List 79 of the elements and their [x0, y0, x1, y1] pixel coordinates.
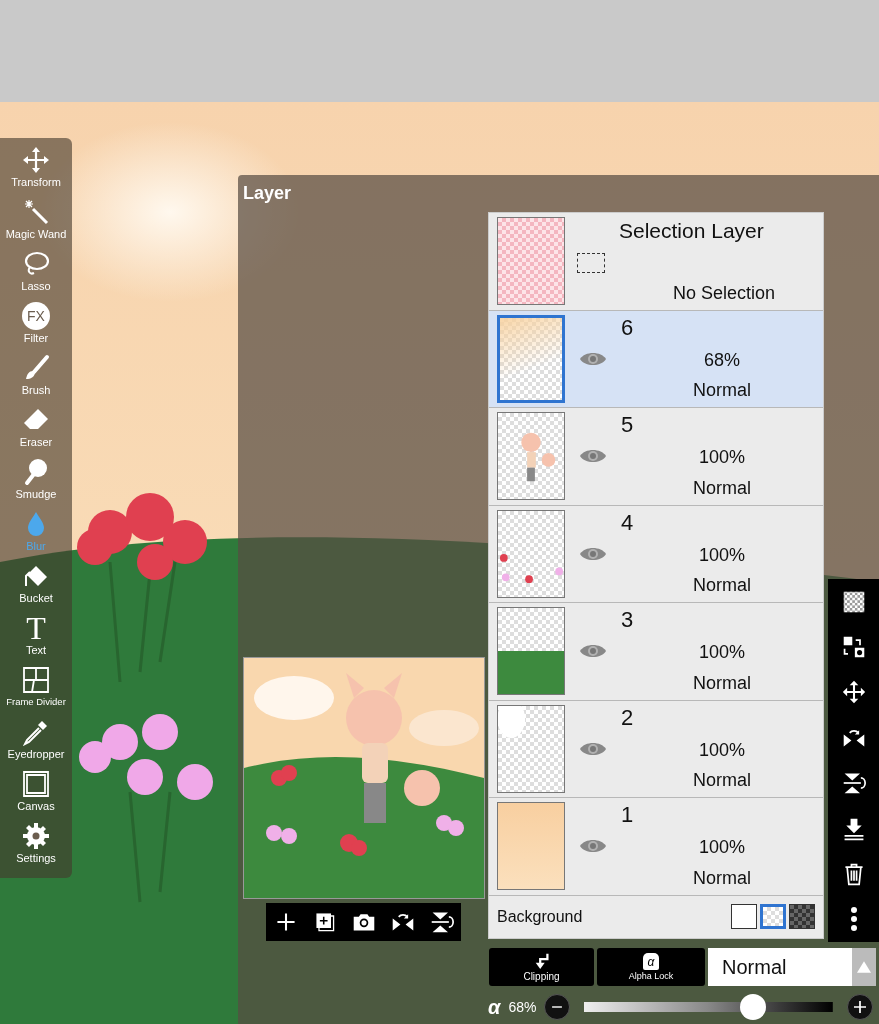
layer-opacity: 68%: [704, 349, 740, 371]
canvas-icon: [22, 770, 50, 798]
smudge-icon: [22, 458, 50, 486]
tool-button[interactable]: Transform: [11, 146, 61, 198]
layer-opacity: 100%: [698, 739, 745, 761]
more-icon: [850, 907, 857, 932]
toolbar-button[interactable]: [841, 635, 866, 660]
layer-number: 3: [621, 607, 634, 633]
background-swatch[interactable]: [731, 904, 757, 929]
eyedropper-icon: [22, 718, 50, 746]
blend-mode-label: Normal: [693, 867, 751, 889]
layer-opacity: 100%: [698, 544, 745, 566]
checkerboard-icon: [841, 589, 866, 614]
tool-button[interactable]: Lasso: [21, 250, 51, 302]
toolbar-button[interactable]: [841, 771, 866, 796]
tool-button[interactable]: Bucket: [19, 562, 53, 614]
opacity-reading: 68%: [508, 999, 537, 1015]
layer-number: 6: [621, 314, 634, 341]
layer-row[interactable]: 1 100% Normal: [489, 798, 823, 896]
move-arrows-icon: [22, 146, 50, 174]
blend-mode-label: Normal: [693, 380, 751, 401]
layer-number: 1: [621, 802, 634, 828]
selection-status: No Selection: [672, 282, 775, 304]
toolbar-button[interactable]: [841, 589, 866, 614]
tool-button[interactable]: Settings: [16, 822, 56, 874]
plus-icon: [854, 1001, 866, 1013]
lasso-icon: [22, 250, 50, 278]
blend-mode-label: Normal: [693, 575, 751, 596]
decrease-button[interactable]: [544, 994, 571, 1020]
window-title: Layer: [243, 183, 292, 204]
tool-button[interactable]: Frame Divider: [6, 666, 66, 718]
clipping-button[interactable]: Clipping: [489, 948, 594, 986]
tool-button[interactable]: T Text: [22, 614, 50, 666]
caret-icon: [852, 948, 876, 986]
tool-button[interactable]: FX Filter: [22, 302, 50, 354]
gear-icon: [22, 822, 50, 850]
layer-row[interactable]: 2 100% Normal: [489, 700, 823, 798]
background-swatch[interactable]: [789, 904, 815, 929]
tool-button[interactable]: Eyedropper: [7, 718, 65, 770]
layer-number: 4: [621, 509, 634, 536]
layer-opacity: 100%: [698, 447, 745, 469]
tool-button[interactable]: Eraser: [19, 406, 53, 458]
flip-vertical-icon: [429, 910, 454, 934]
blend-mode-label: Normal: [693, 477, 751, 499]
tool-button[interactable]: Magic Wand: [5, 198, 67, 250]
layer-row[interactable]: 5 100% Normal: [489, 408, 823, 506]
alpha-lock-icon: α: [643, 953, 659, 970]
selection-layer-row[interactable]: Selection Layer No Selection: [489, 213, 823, 311]
layer-opacity: 100%: [698, 837, 745, 859]
selection-marquee-icon: [577, 253, 605, 274]
opacity-symbol: α: [488, 995, 501, 1019]
layer-opacity: 100%: [698, 642, 745, 664]
layer-row[interactable]: 4 100% Normal: [489, 505, 823, 603]
blend-mode-label: Normal: [693, 672, 751, 694]
layer-number: 2: [621, 704, 634, 731]
alpha-lock-button[interactable]: α Alpha Lock: [597, 948, 705, 986]
tool-button[interactable]: Brush: [21, 354, 51, 406]
blend-mode-label: Normal: [693, 770, 751, 791]
background-label: Background: [497, 907, 583, 926]
blend-mode-dropdown[interactable]: Normal: [708, 948, 876, 986]
swap-icon: [841, 635, 866, 660]
frame-divider-icon: [22, 666, 50, 694]
text-icon: T: [22, 614, 50, 642]
flip-vertical-icon: [841, 771, 866, 796]
tool-button[interactable]: Canvas: [17, 770, 55, 822]
toolbar-button[interactable]: [850, 907, 857, 932]
toolbar-button[interactable]: [841, 680, 866, 705]
layer-number: 5: [621, 412, 634, 438]
layer-title: Selection Layer: [619, 219, 765, 243]
tool-button[interactable]: Smudge: [15, 458, 57, 510]
move-arrows-icon: [841, 680, 866, 705]
slider-thumb[interactable]: [740, 994, 767, 1020]
background-swatch[interactable]: [760, 904, 786, 929]
layer-row[interactable]: 3 100% Normal: [489, 603, 823, 701]
minus-icon: [550, 1006, 565, 1008]
magic-wand-icon: [22, 198, 50, 226]
layer-row[interactable]: 6 68% Normal: [489, 310, 823, 408]
increase-button[interactable]: [847, 994, 873, 1020]
toolbar-button[interactable]: [429, 910, 454, 934]
